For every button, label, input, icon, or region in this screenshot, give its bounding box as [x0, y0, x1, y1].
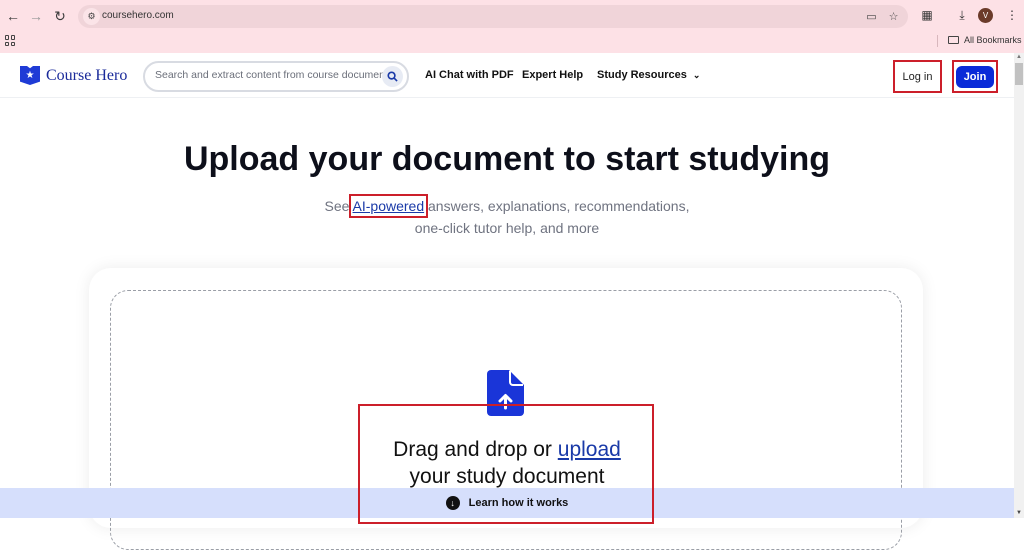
- scroll-up-arrow-icon[interactable]: ▲: [1016, 54, 1022, 60]
- bookmarks-divider: [937, 35, 938, 47]
- reload-icon[interactable]: ↻: [50, 6, 70, 26]
- join-button[interactable]: Join: [956, 65, 994, 88]
- extensions-icon[interactable]: ▦: [918, 6, 936, 24]
- site-header: ★ Course Hero AI Chat with PDF Expert He…: [0, 53, 1014, 98]
- hero-subtitle: See AI-powered answers, explanations, re…: [0, 194, 1014, 239]
- ai-powered-link[interactable]: AI-powered: [348, 194, 429, 218]
- course-hero-logo[interactable]: ★ Course Hero: [20, 66, 127, 85]
- back-icon[interactable]: ←: [3, 6, 23, 26]
- logo-text: Course Hero: [46, 66, 128, 84]
- nav-study-resources[interactable]: Study Resources ⌄: [597, 69, 700, 81]
- all-bookmarks-button[interactable]: All Bookmarks: [948, 35, 1022, 45]
- learn-how-it-works-bar[interactable]: ↓ Learn how it works: [0, 488, 1014, 518]
- download-icon[interactable]: ⤓: [953, 6, 971, 24]
- browser-chrome: ← → ↻ ⚙ coursehero.com ▭ ☆ ▦ ⤓ V ⋮ All B…: [0, 0, 1024, 53]
- login-button[interactable]: Log in: [893, 60, 942, 93]
- search-button[interactable]: [382, 66, 403, 87]
- scroll-down-arrow-icon[interactable]: ▼: [1016, 510, 1022, 516]
- profile-avatar[interactable]: V: [978, 8, 993, 23]
- annotation-box-left-edge: [358, 488, 360, 518]
- apps-grid-icon[interactable]: [5, 35, 16, 46]
- forward-icon[interactable]: →: [26, 6, 46, 26]
- learn-how-it-works-label: Learn how it works: [468, 497, 569, 509]
- page-title: Upload your document to start studying: [183, 140, 831, 178]
- nav-study-resources-label: Study Resources: [597, 69, 687, 81]
- subtitle-rest: answers, explanations, recommendations,: [424, 198, 690, 214]
- address-bar[interactable]: ⚙ coursehero.com ▭ ☆: [78, 5, 908, 28]
- logo-shield-icon: ★: [20, 66, 40, 85]
- search-box: [143, 61, 409, 92]
- bookmark-star-icon[interactable]: ☆: [886, 9, 901, 24]
- chevron-down-icon: ⌄: [692, 70, 701, 80]
- nav-ai-chat-with-pdf[interactable]: AI Chat with PDF: [425, 69, 514, 81]
- search-icon: [387, 71, 398, 82]
- menu-kebab-icon[interactable]: ⋮: [1003, 6, 1021, 24]
- folder-icon: [948, 36, 959, 44]
- url-text: coursehero.com: [102, 10, 174, 21]
- page-scrollbar[interactable]: ▲ ▼: [1014, 53, 1024, 518]
- nav-expert-help[interactable]: Expert Help: [522, 69, 583, 81]
- arrow-down-circle-icon: ↓: [445, 496, 460, 510]
- all-bookmarks-label: All Bookmarks: [964, 35, 1022, 45]
- subtitle-line2: one-click tutor help, and more: [414, 220, 600, 236]
- search-input[interactable]: [155, 69, 383, 81]
- join-highlight-box: Join: [952, 60, 998, 93]
- annotation-box-right-edge: [652, 488, 654, 518]
- site-settings-icon[interactable]: ⚙: [83, 8, 100, 25]
- install-app-icon[interactable]: ▭: [864, 9, 879, 24]
- scroll-thumb[interactable]: [1015, 63, 1023, 85]
- subtitle-prefix: See: [324, 198, 353, 214]
